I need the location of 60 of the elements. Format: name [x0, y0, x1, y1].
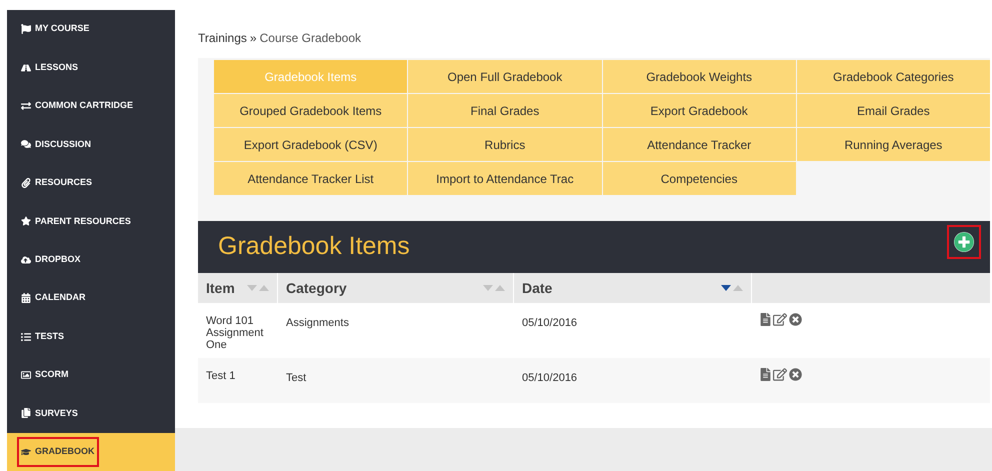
gradebook-menu-tab[interactable]: Import to Attendance Trac	[408, 162, 602, 195]
graduation-cap-icon	[21, 446, 31, 457]
breadcrumb-current: Course Gradebook	[260, 30, 361, 47]
image-icon	[21, 370, 31, 380]
sidebar-item[interactable]: DISCUSSION	[7, 125, 175, 164]
chat-icon	[21, 139, 31, 150]
breadcrumb-separator: »	[250, 30, 257, 47]
sidebar-item[interactable]: SCORM	[7, 356, 175, 394]
sidebar-item[interactable]: TESTS	[7, 317, 175, 356]
gradebook-menu-tab[interactable]: Attendance Tracker List	[214, 162, 408, 195]
gradebook-menu-tab[interactable]: Grouped Gradebook Items	[214, 94, 408, 127]
paperclip-icon	[21, 178, 31, 188]
document-icon[interactable]	[760, 368, 771, 381]
sidebar-item[interactable]: COMMON CARTRIDGE	[7, 86, 175, 126]
gradebook-menu-tab[interactable]: Rubrics	[408, 128, 602, 161]
sidebar-item[interactable]: RESOURCES	[7, 164, 175, 202]
edit-icon[interactable]	[773, 313, 787, 326]
sidebar-item[interactable]: LESSONS	[7, 48, 175, 87]
table-cell: 05/10/2016	[522, 372, 578, 384]
delete-icon[interactable]	[789, 368, 802, 381]
road-icon	[21, 62, 31, 73]
arrows-icon	[21, 101, 31, 112]
delete-icon[interactable]	[789, 313, 802, 326]
gradebook-menu-tab[interactable]: Export Gradebook	[602, 94, 796, 127]
sort-icon[interactable]	[721, 284, 743, 292]
gradebook-menu-tab[interactable]: Running Averages	[796, 128, 990, 161]
gradebook-menu-tab[interactable]: Final Grades	[408, 94, 602, 127]
sidebar-item[interactable]: DROPBOX	[7, 240, 175, 279]
document-icon[interactable]	[760, 313, 771, 326]
cloud-icon	[21, 254, 31, 265]
plus-icon	[954, 232, 974, 252]
flag-icon	[21, 24, 31, 34]
table-cell: Test	[286, 372, 306, 384]
sidebar-item[interactable]: GRADEBOOK	[7, 432, 175, 471]
column-header[interactable]: Date	[522, 278, 552, 298]
gradebook-menu-tab[interactable]: Competencies	[602, 162, 796, 195]
gradebook-menu-tab[interactable]: Attendance Tracker	[602, 128, 796, 161]
sidebar-item[interactable]: CALENDAR	[7, 278, 175, 318]
sidebar-item[interactable]: MY COURSE	[7, 10, 175, 48]
panel-title: Gradebook Items	[218, 231, 410, 262]
edit-icon[interactable]	[773, 368, 787, 381]
gradebook-menu-tab[interactable]: Email Grades	[796, 94, 990, 127]
column-header[interactable]: Item	[206, 278, 235, 298]
sidebar-item[interactable]: SURVEYS	[7, 394, 175, 433]
list-icon	[21, 332, 31, 342]
gradebook-menu-tab[interactable]: Gradebook Weights	[602, 60, 796, 93]
gradebook-menu-tab[interactable]: Gradebook Categories	[796, 60, 990, 93]
sidebar-item[interactable]: PARENT RESOURCES	[7, 202, 175, 241]
star-icon	[21, 216, 31, 226]
column-header[interactable]: Category	[286, 278, 347, 298]
calendar-icon	[21, 293, 31, 304]
pages-icon	[21, 408, 31, 418]
table-cell: Assignments	[286, 317, 349, 329]
table-cell: 05/10/2016	[522, 317, 578, 329]
gradebook-menu-tab[interactable]: Export Gradebook (CSV)	[214, 128, 408, 161]
add-button[interactable]	[947, 225, 981, 259]
table-cell-text: Word 101 Assignment One	[206, 315, 264, 351]
breadcrumb-link[interactable]: Trainings	[198, 29, 247, 58]
table-cell-text: Test 1	[206, 370, 236, 382]
gradebook-menu-tab[interactable]: Open Full Gradebook	[408, 60, 602, 93]
